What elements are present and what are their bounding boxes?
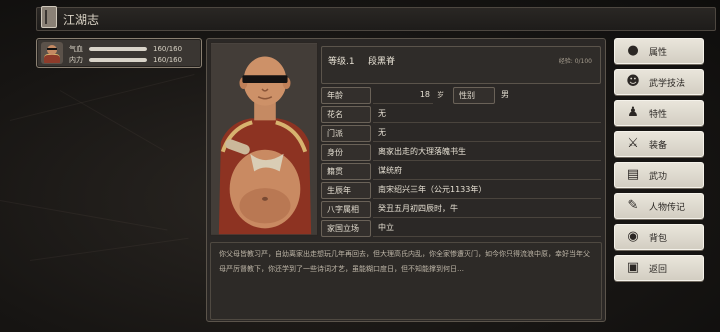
character-portrait — [210, 42, 318, 236]
sect-value: 无 — [373, 125, 601, 142]
character-level: 等级.1 — [328, 57, 355, 67]
menu-label: 属性 — [649, 47, 668, 58]
book-icon — [41, 6, 57, 28]
mp-bar — [89, 57, 147, 62]
character-name: 段黑脊 — [368, 57, 396, 67]
identity-label: 身份 — [321, 144, 371, 161]
background-branch — [0, 200, 168, 231]
menu-label: 返回 — [649, 264, 668, 275]
side-menu: ● 属性 ☻ 武学技法 ♟ 特性 ⚔ 装备 ▤ 武功 ✎ 人物传记 ◉ 背包 ▣… — [614, 38, 704, 286]
martial-skill-icon: ☻ — [626, 74, 640, 89]
mp-stat: 内力 160/160 — [69, 54, 182, 65]
background-branch — [29, 237, 189, 261]
age-gender-row: 年龄 18 岁 性别 男 — [321, 87, 601, 104]
menu-return-button[interactable]: ▣ 返回 — [614, 255, 704, 281]
stance-value: 中立 — [373, 220, 601, 237]
age-unit: 岁 — [437, 91, 444, 99]
menu-biography-button[interactable]: ✎ 人物传记 — [614, 193, 704, 219]
hometown-label: 籍贯 — [321, 163, 371, 180]
gender-label: 性别 — [453, 87, 495, 104]
hometown-value: 谋统府 — [373, 163, 601, 180]
nickname-row: 花名 无 — [321, 106, 601, 123]
hometown-row: 籍贯 谋统府 — [321, 163, 601, 180]
menu-equipment-button[interactable]: ⚔ 装备 — [614, 131, 704, 157]
menu-traits-button[interactable]: ♟ 特性 — [614, 100, 704, 126]
attribute-icon: ● — [627, 43, 639, 58]
birth-year-value: 南宋绍兴三年（公元1133年） — [373, 182, 601, 199]
character-bio: 你父母皆教习严，自幼离家出走想玩几年再回去，但大理高氏内乱，你全家惨遭灭门，如今… — [210, 242, 602, 320]
hp-bar-fill — [89, 46, 147, 51]
identity-value: 离家出走的大理落魄书生 — [373, 144, 601, 161]
identity-row: 身份 离家出走的大理落魄书生 — [321, 144, 601, 161]
birth-year-row: 生辰年 南宋绍兴三年（公元1133年） — [321, 182, 601, 199]
title-bar: 江湖志 — [36, 6, 716, 31]
menu-bag-button[interactable]: ◉ 背包 — [614, 224, 704, 250]
nickname-label: 花名 — [321, 106, 371, 123]
party-member-slot[interactable]: 气血 160/160 内力 160/160 — [36, 38, 202, 68]
mp-bar-fill — [89, 57, 147, 62]
sect-row: 门派 无 — [321, 125, 601, 142]
hp-value: 160/160 — [153, 44, 183, 53]
kungfu-icon: ▤ — [626, 167, 640, 182]
nickname-value: 无 — [373, 106, 601, 123]
hp-bar — [89, 46, 147, 51]
bazi-label: 八字属相 — [321, 201, 371, 218]
age-value: 18 — [373, 87, 433, 104]
age-label: 年龄 — [321, 87, 371, 104]
mp-label: 内力 — [69, 55, 83, 64]
mp-value: 160/160 — [153, 55, 183, 64]
menu-label: 武功 — [649, 171, 668, 182]
menu-label: 装备 — [649, 140, 668, 151]
character-avatar — [41, 42, 63, 64]
trait-icon: ♟ — [627, 105, 639, 120]
level-name-row: 等级.1 段黑脊 经验: 0/100 — [321, 46, 601, 84]
bag-icon: ◉ — [627, 229, 639, 244]
return-icon: ▣ — [626, 260, 640, 275]
menu-kungfu-button[interactable]: ▤ 武功 — [614, 162, 704, 188]
menu-label: 背包 — [649, 233, 668, 244]
portrait-illustration — [211, 43, 317, 235]
biography-icon: ✎ — [627, 198, 639, 213]
menu-martial-skills-button[interactable]: ☻ 武学技法 — [614, 69, 704, 95]
hp-label: 气血 — [69, 44, 83, 53]
window-title: 江湖志 — [63, 12, 100, 27]
menu-label: 特性 — [649, 109, 668, 120]
menu-label: 武学技法 — [649, 78, 686, 89]
birth-year-label: 生辰年 — [321, 182, 371, 199]
background-branch — [59, 90, 165, 151]
bazi-value: 癸丑五月初四辰时，牛 — [373, 201, 601, 218]
stance-label: 家国立场 — [321, 220, 371, 237]
gender-value: 男 — [501, 90, 509, 99]
menu-attributes-button[interactable]: ● 属性 — [614, 38, 704, 64]
character-exp: 经验: 0/100 — [558, 58, 592, 65]
equipment-icon: ⚔ — [627, 136, 639, 151]
bazi-row: 八字属相 癸丑五月初四辰时，牛 — [321, 201, 601, 218]
sect-label: 门派 — [321, 125, 371, 142]
stance-row: 家国立场 中立 — [321, 220, 601, 237]
character-panel: 等级.1 段黑脊 经验: 0/100 年龄 18 岁 性别 男 花名 无 门派 … — [206, 38, 606, 322]
hp-stat: 气血 160/160 — [69, 43, 182, 54]
menu-label: 人物传记 — [649, 202, 686, 213]
